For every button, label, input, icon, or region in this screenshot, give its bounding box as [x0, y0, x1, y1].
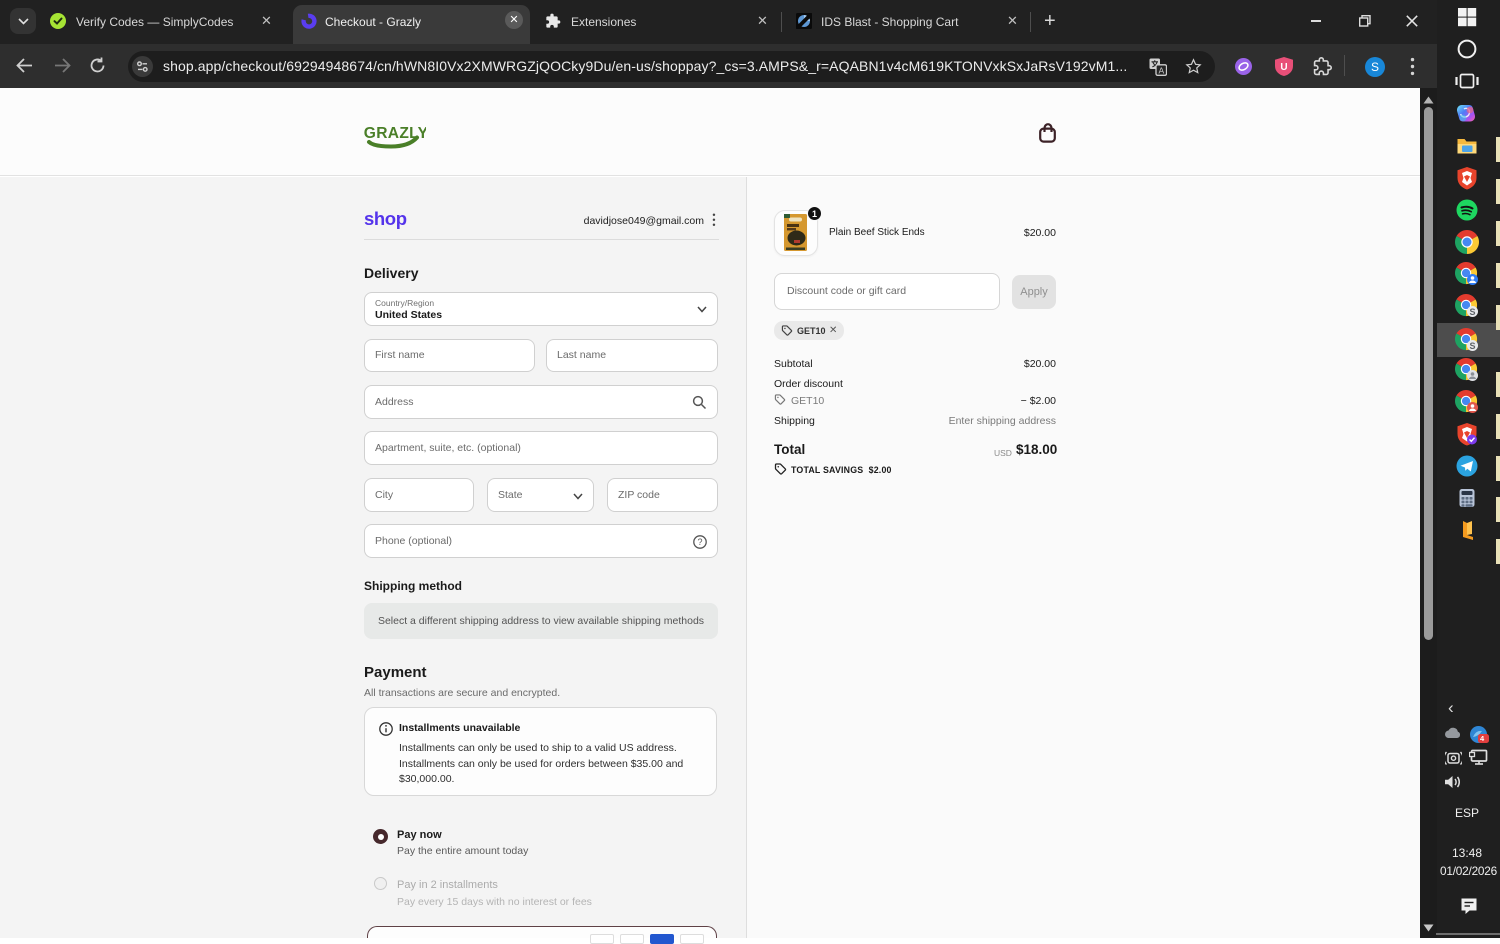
- svg-text:?: ?: [697, 537, 702, 547]
- svg-text:S: S: [1469, 307, 1475, 317]
- svg-text:A: A: [1158, 65, 1164, 75]
- svg-text:S: S: [1469, 341, 1475, 351]
- svg-text:U: U: [1280, 62, 1287, 73]
